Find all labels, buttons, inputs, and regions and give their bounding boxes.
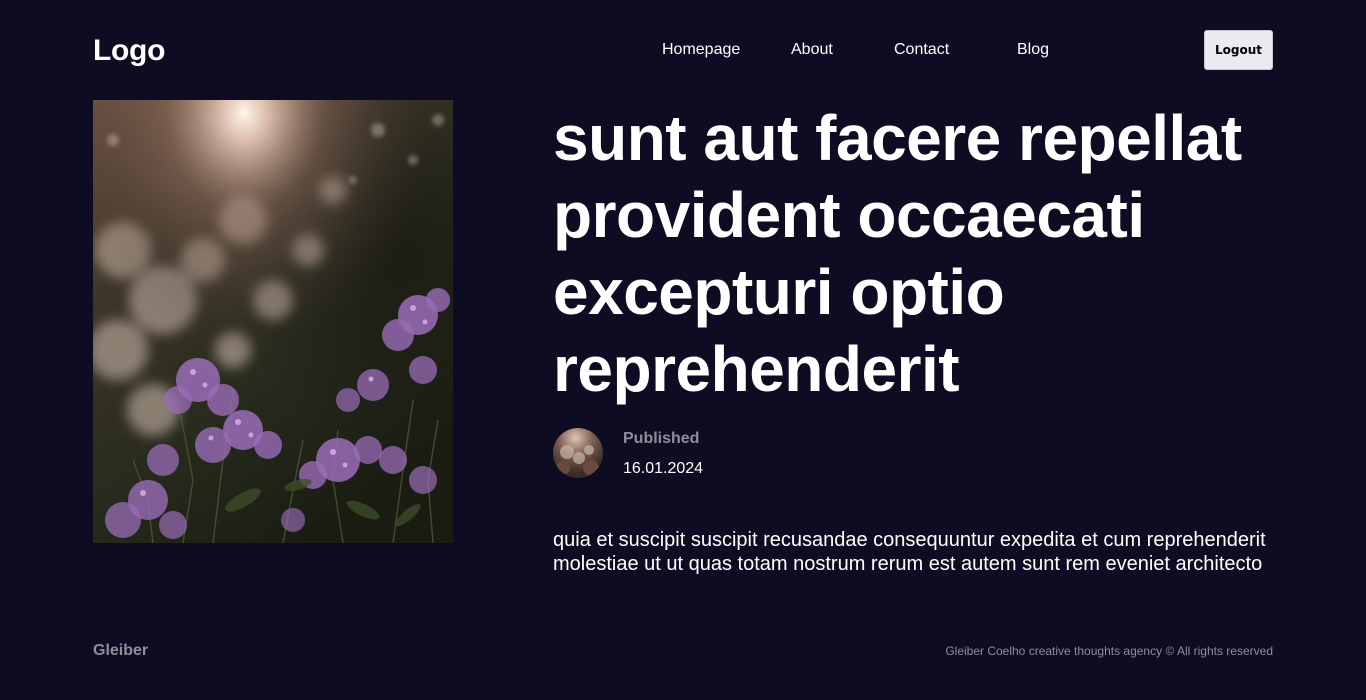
avatar-photo-icon xyxy=(553,428,603,478)
nav-link-about[interactable]: About xyxy=(791,40,833,60)
post-body: quia et suscipit suscipit recusandae con… xyxy=(553,529,1266,575)
footer-copyright: Gleiber Coelho creative thoughts agency … xyxy=(945,644,1273,658)
nav-link-homepage[interactable]: Homepage xyxy=(662,40,740,60)
post-image xyxy=(93,100,453,543)
published-label: Published xyxy=(623,430,700,447)
footer-brand: Gleiber xyxy=(93,642,149,659)
published-date: 16.01.2024 xyxy=(623,460,704,477)
post-title: sunt aut facere repellat provident occae… xyxy=(553,102,1242,405)
author-avatar xyxy=(553,428,603,478)
flower-photo-icon xyxy=(93,100,453,543)
nav-link-contact[interactable]: Contact xyxy=(894,40,949,60)
nav-link-blog[interactable]: Blog xyxy=(1017,40,1049,60)
logo[interactable]: Logo xyxy=(93,31,165,71)
logout-button[interactable]: Logout xyxy=(1204,30,1273,70)
